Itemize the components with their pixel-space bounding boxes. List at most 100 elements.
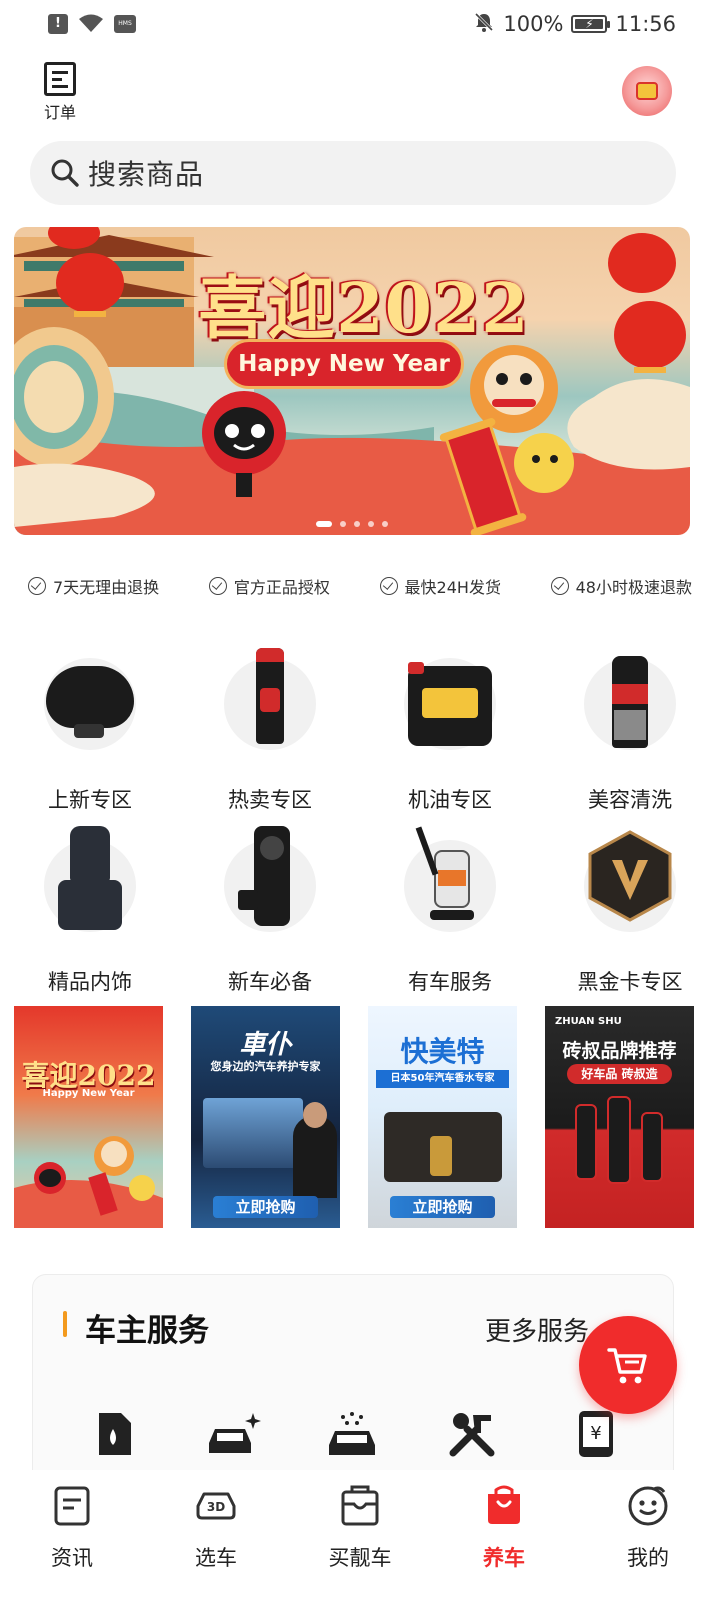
category-new-arrivals[interactable]: 上新专区 bbox=[0, 640, 180, 822]
guarantee-label: 7天无理由退换 bbox=[53, 578, 160, 597]
spray-can-icon bbox=[584, 656, 676, 750]
nav-car-care[interactable]: 养车 bbox=[432, 1470, 576, 1600]
guarantee-item: 最快24H发货 bbox=[379, 574, 501, 598]
repair-tools-icon[interactable] bbox=[447, 1409, 497, 1459]
bottom-navigation: 资讯 3D 选车 买靓车 养车 我的 bbox=[0, 1470, 720, 1600]
category-label: 新车必备 bbox=[228, 970, 312, 994]
order-list-icon bbox=[44, 62, 76, 96]
order-button[interactable]: 订单 bbox=[38, 62, 82, 122]
search-icon bbox=[50, 158, 80, 188]
check-circle-icon bbox=[28, 577, 46, 595]
promo-tiles: 喜迎2022 Happy New Year 車仆 您身边的汽车养护专家 立即抢购… bbox=[14, 1006, 694, 1228]
pagination-dot bbox=[368, 521, 374, 527]
category-label: 上新专区 bbox=[48, 788, 132, 812]
nav-news[interactable]: 资讯 bbox=[0, 1470, 144, 1600]
nav-label: 我的 bbox=[627, 1546, 669, 1570]
promo-tile-newyear[interactable]: 喜迎2022 Happy New Year bbox=[14, 1006, 163, 1228]
banner-headline: 喜迎2022 bbox=[198, 269, 530, 349]
car-wash-icon[interactable] bbox=[327, 1409, 377, 1459]
cart-button[interactable] bbox=[579, 1316, 677, 1414]
nav-buy-car[interactable]: 买靓车 bbox=[288, 1470, 432, 1600]
fuel-additive-icon bbox=[224, 648, 316, 750]
guarantee-label: 48小时极速退款 bbox=[575, 578, 692, 597]
promo-subtitle: 您身边的汽车养护专家 bbox=[210, 1060, 321, 1073]
category-label: 精品内饰 bbox=[48, 970, 132, 994]
search-input[interactable]: 搜索商品 bbox=[30, 141, 676, 205]
seat-cover-icon bbox=[44, 826, 136, 932]
promo-title: 快美特 bbox=[400, 1035, 485, 1068]
status-bar: ! HMS 100% ⚡ 11:56 bbox=[0, 0, 720, 48]
nav-label: 养车 bbox=[483, 1546, 525, 1570]
promo-tile-zhuanshu[interactable]: ZHUAN SHU 砖叔品牌推荐 好车品 砖叔造 bbox=[545, 1006, 694, 1228]
sim-alert-icon: ! bbox=[48, 14, 68, 34]
nav-label: 资讯 bbox=[51, 1546, 93, 1570]
service-icons: ¥ bbox=[33, 1409, 675, 1465]
category-label: 有车服务 bbox=[408, 970, 492, 994]
category-engine-oil[interactable]: 机油专区 bbox=[360, 640, 540, 822]
category-black-gold-card[interactable]: 黑金卡专区 bbox=[540, 822, 720, 1004]
smiley-face-icon bbox=[626, 1484, 670, 1528]
category-new-car-essentials[interactable]: 新车必备 bbox=[180, 822, 360, 1004]
dash-cam-icon bbox=[224, 826, 316, 932]
category-grid: 上新专区 热卖专区 机油专区 美容清洗 精品内饰 新车必备 有车服务 黑金卡专区 bbox=[0, 640, 720, 1004]
payment-phone-icon[interactable]: ¥ bbox=[571, 1409, 621, 1459]
pressure-washer-icon bbox=[404, 826, 496, 932]
promo-title: 砖叔品牌推荐 bbox=[562, 1040, 677, 1062]
pagination-dot bbox=[316, 521, 332, 527]
engine-oil-icon bbox=[404, 658, 496, 750]
battery-icon: ⚡ bbox=[571, 15, 611, 33]
category-beauty-wash[interactable]: 美容清洗 bbox=[540, 640, 720, 822]
category-car-service[interactable]: 有车服务 bbox=[360, 822, 540, 1004]
shopping-bag-icon bbox=[482, 1484, 526, 1528]
battery-percent: 100% bbox=[503, 12, 564, 36]
category-interior[interactable]: 精品内饰 bbox=[0, 822, 180, 1004]
category-hot-sale[interactable]: 热卖专区 bbox=[180, 640, 360, 822]
nav-choose-car[interactable]: 3D 选车 bbox=[144, 1470, 288, 1600]
check-circle-icon bbox=[550, 577, 569, 595]
category-label: 热卖专区 bbox=[228, 788, 312, 812]
promo-cta-button[interactable]: 立即抢购 bbox=[390, 1196, 495, 1218]
category-label: 黑金卡专区 bbox=[577, 970, 683, 994]
car-wash-sparkle-icon[interactable] bbox=[205, 1409, 261, 1459]
promo-subtitle: Happy New Year bbox=[42, 1088, 135, 1099]
black-gold-v-icon bbox=[584, 830, 676, 932]
check-circle-icon bbox=[208, 577, 227, 595]
avatar[interactable] bbox=[622, 66, 672, 116]
banner-pagination bbox=[14, 521, 690, 527]
product-can bbox=[607, 1096, 631, 1184]
coupon-icon bbox=[636, 82, 658, 100]
bell-muted-icon bbox=[473, 11, 495, 38]
promo-brand: ZHUAN SHU bbox=[555, 1016, 622, 1027]
nav-mine[interactable]: 我的 bbox=[576, 1470, 720, 1600]
promo-tile-chepu[interactable]: 車仆 您身边的汽车养护专家 立即抢购 bbox=[191, 1006, 340, 1228]
guarantee-item: 7天无理由退换 bbox=[28, 574, 159, 598]
status-right: 100% ⚡ 11:56 bbox=[473, 11, 676, 38]
search-placeholder: 搜索商品 bbox=[88, 158, 205, 191]
fuel-card-icon[interactable] bbox=[89, 1409, 139, 1459]
pagination-dot bbox=[354, 521, 360, 527]
cart-icon bbox=[607, 1348, 647, 1384]
hms-badge: HMS bbox=[114, 15, 136, 33]
status-left: ! HMS bbox=[48, 14, 136, 34]
guarantee-item: 48小时极速退款 bbox=[550, 574, 692, 598]
product-can bbox=[641, 1112, 663, 1182]
promo-tile-kuaimeite[interactable]: 快美特 日本50年汽车香水专家 立即抢购 bbox=[368, 1006, 517, 1228]
guarantee-label: 官方正品授权 bbox=[233, 578, 330, 597]
svg-text:3D: 3D bbox=[207, 1500, 225, 1514]
promo-subtitle: 日本50年汽车香水专家 bbox=[376, 1070, 509, 1088]
guarantee-strip: 7天无理由退换 官方正品授权 最快24H发货 48小时极速退款 bbox=[28, 570, 692, 602]
nav-label: 选车 bbox=[195, 1546, 237, 1570]
category-label: 机油专区 bbox=[408, 788, 492, 812]
promo-banner[interactable]: 喜迎2022 Happy New Year bbox=[14, 227, 690, 535]
product-can bbox=[575, 1104, 597, 1180]
shopping-box-icon bbox=[338, 1484, 382, 1528]
section-accent bbox=[63, 1311, 67, 1337]
news-icon bbox=[50, 1484, 94, 1528]
spokesperson bbox=[293, 1116, 337, 1198]
banner-ribbon: Happy New Year bbox=[224, 339, 464, 389]
nav-label: 买靓车 bbox=[328, 1546, 392, 1570]
promo-cta-button[interactable]: 立即抢购 bbox=[213, 1196, 318, 1218]
promo-subtitle: 好车品 砖叔造 bbox=[567, 1064, 672, 1084]
category-label: 美容清洗 bbox=[588, 788, 672, 812]
clock: 11:56 bbox=[615, 12, 676, 36]
